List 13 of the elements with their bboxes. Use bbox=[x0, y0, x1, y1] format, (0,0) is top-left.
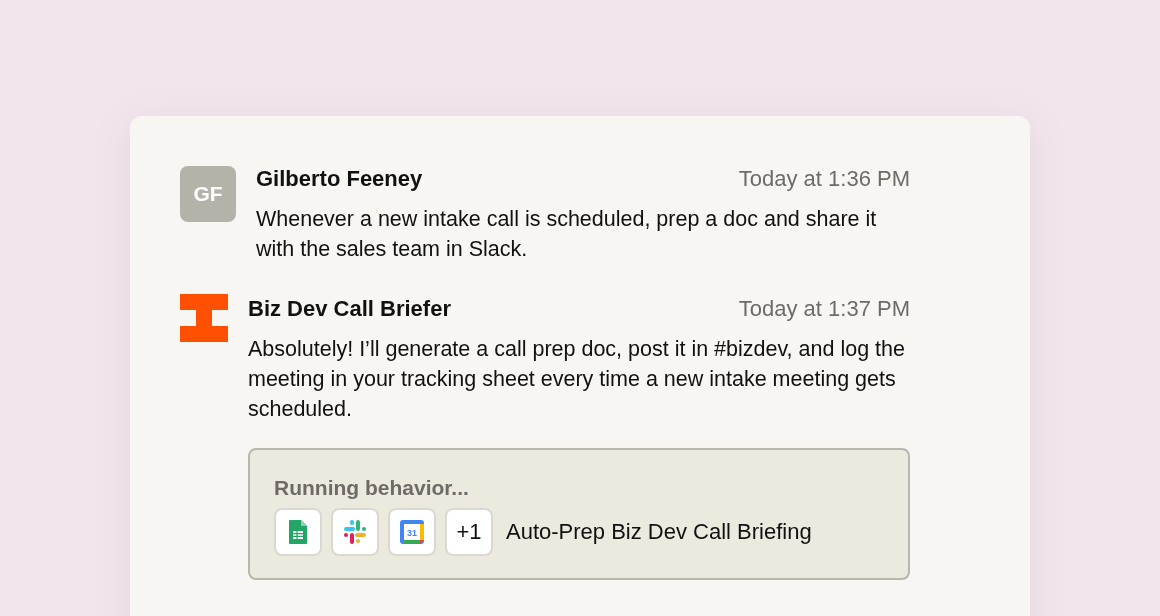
message-text: Absolutely! I’ll generate a call prep doc, post it in #bizdev, and log the meeting in your tracking sheet every time a new intake meeting gets scheduled. bbox=[248, 336, 906, 423]
status-text: Running behavior... bbox=[274, 476, 470, 500]
timestamp: Today at 1:36 PM bbox=[738, 166, 910, 192]
hash-logo-icon bbox=[331, 508, 379, 556]
more-apps-count: +1 bbox=[445, 508, 493, 556]
timestamp: Today at 1:37 PM bbox=[738, 296, 910, 322]
spreadsheet-icon bbox=[274, 508, 322, 556]
author-name: Biz Dev Call Briefer bbox=[248, 296, 451, 322]
author-name: Gilberto Feeney bbox=[256, 166, 423, 192]
avatar: GF bbox=[180, 166, 236, 222]
message-text: Whenever a new intake call is scheduled, prep a doc and share it with the sales team in Slack. bbox=[256, 206, 878, 263]
behavior-name: Auto-Prep Biz Dev Call Briefing bbox=[506, 519, 812, 545]
calendar-icon: 31 bbox=[388, 508, 436, 556]
